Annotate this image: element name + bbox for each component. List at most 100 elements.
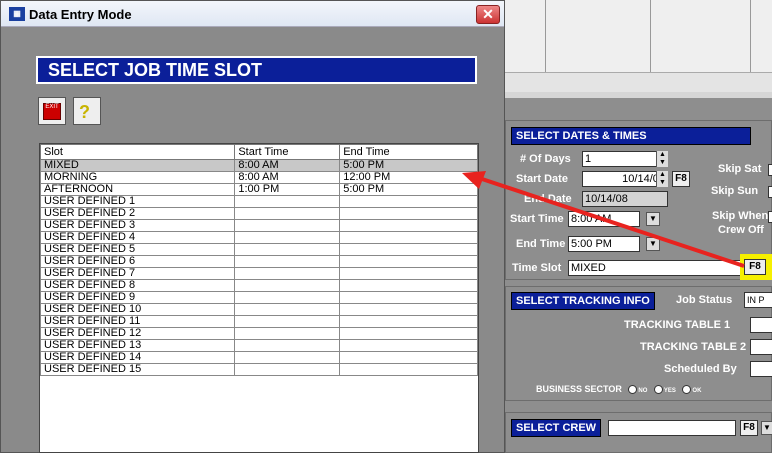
cell-start-time[interactable] [234,291,341,304]
crew-dropdown-icon[interactable]: ▼ [761,421,772,435]
cell-slot[interactable]: USER DEFINED 2 [39,207,236,220]
cell-slot[interactable]: USER DEFINED 8 [39,279,236,292]
cell-slot[interactable]: USER DEFINED 11 [39,315,236,328]
crew-f8-button[interactable]: F8 [740,420,758,436]
cell-slot[interactable]: USER DEFINED 13 [39,339,236,352]
cell-end-time[interactable] [339,351,478,364]
cell-end-time[interactable] [339,279,478,292]
skip-sat-checkbox[interactable] [768,164,772,176]
cell-slot[interactable]: USER DEFINED 5 [39,243,236,256]
tracking-table-1-field[interactable] [750,317,772,333]
table-row[interactable]: USER DEFINED 15 [39,363,478,376]
cell-start-time[interactable] [234,243,341,256]
cell-slot[interactable]: USER DEFINED 1 [39,195,236,208]
table-row[interactable]: USER DEFINED 3 [39,219,478,232]
start-time-dropdown-icon[interactable]: ▼ [646,212,660,226]
column-header-end-time[interactable]: End Time [339,144,478,160]
cell-end-time[interactable] [339,363,478,376]
time-slot-f8-button[interactable]: F8 [744,259,766,275]
time-slot-field[interactable]: MIXED [568,260,743,276]
table-row[interactable]: USER DEFINED 4 [39,231,478,244]
cell-start-time[interactable]: 1:00 PM [234,183,341,196]
cell-end-time[interactable] [339,291,478,304]
cell-slot[interactable]: USER DEFINED 12 [39,327,236,340]
table-row[interactable]: USER DEFINED 10 [39,303,478,316]
time-slot-grid[interactable]: Slot Start Time End Time MIXED 8:00 AM 5:0… [39,143,479,453]
table-row[interactable]: USER DEFINED 8 [39,279,478,292]
cell-slot[interactable]: MORNING [39,171,236,184]
table-row[interactable]: USER DEFINED 14 [39,351,478,364]
cell-end-time[interactable] [339,195,478,208]
cell-end-time[interactable] [339,267,478,280]
cell-start-time[interactable] [234,279,341,292]
cell-end-time[interactable] [339,207,478,220]
radio-yes[interactable] [653,385,663,395]
cell-end-time[interactable]: 5:00 PM [339,159,478,172]
cell-end-time[interactable] [339,231,478,244]
cell-start-time[interactable] [234,315,341,328]
cell-start-time[interactable]: 8:00 AM [234,159,341,172]
table-row[interactable]: AFTERNOON 1:00 PM 5:00 PM [39,183,478,196]
help-button[interactable]: ? [73,97,101,125]
tracking-table-2-field[interactable] [750,339,772,355]
cell-end-time[interactable] [339,315,478,328]
table-row[interactable]: USER DEFINED 11 [39,315,478,328]
cell-start-time[interactable] [234,219,341,232]
cell-start-time[interactable] [234,351,341,364]
cell-slot[interactable]: USER DEFINED 7 [39,267,236,280]
cell-slot[interactable]: USER DEFINED 4 [39,231,236,244]
table-row[interactable]: USER DEFINED 12 [39,327,478,340]
table-row[interactable]: USER DEFINED 9 [39,291,478,304]
cell-slot[interactable]: USER DEFINED 9 [39,291,236,304]
table-row[interactable]: USER DEFINED 2 [39,207,478,220]
table-row[interactable]: USER DEFINED 7 [39,267,478,280]
start-date-f8-button[interactable]: F8 [672,171,690,187]
cell-start-time[interactable] [234,267,341,280]
cell-end-time[interactable] [339,219,478,232]
end-time-select[interactable]: 5:00 PM [568,236,640,252]
table-row[interactable]: USER DEFINED 1 [39,195,478,208]
cell-slot[interactable]: USER DEFINED 14 [39,351,236,364]
table-row[interactable]: USER DEFINED 13 [39,339,478,352]
table-row[interactable]: USER DEFINED 6 [39,255,478,268]
table-row[interactable]: MORNING 8:00 AM 12:00 PM [39,171,478,184]
cell-slot[interactable]: USER DEFINED 6 [39,255,236,268]
skip-when-crew-off-checkbox[interactable] [768,211,772,223]
close-button[interactable]: ✕ [476,5,500,24]
radio-ok[interactable] [682,385,692,395]
cell-end-time[interactable] [339,327,478,340]
cell-slot[interactable]: MIXED [39,159,236,172]
cell-end-time[interactable]: 5:00 PM [339,183,478,196]
cell-start-time[interactable] [234,195,341,208]
cell-start-time[interactable] [234,303,341,316]
cell-end-time[interactable]: 12:00 PM [339,171,478,184]
exit-button[interactable]: EXIT [38,97,66,125]
table-row[interactable]: MIXED 8:00 AM 5:00 PM [39,159,478,172]
cell-slot[interactable]: USER DEFINED 3 [39,219,236,232]
radio-no[interactable] [628,385,638,395]
cell-slot[interactable]: USER DEFINED 15 [39,363,236,376]
start-time-select[interactable]: 8:00 AM [568,211,640,227]
end-time-dropdown-icon[interactable]: ▼ [646,237,660,251]
cell-start-time[interactable] [234,363,341,376]
scheduled-by-field[interactable] [750,361,772,377]
column-header-slot[interactable]: Slot [39,144,236,160]
num-days-spinner[interactable]: ▲ ▼ [656,151,668,167]
cell-slot[interactable]: AFTERNOON [39,183,236,196]
cell-end-time[interactable] [339,255,478,268]
cell-start-time[interactable] [234,207,341,220]
cell-slot[interactable]: USER DEFINED 10 [39,303,236,316]
crew-field[interactable] [608,420,736,436]
cell-start-time[interactable]: 8:00 AM [234,171,341,184]
cell-end-time[interactable] [339,243,478,256]
cell-start-time[interactable] [234,327,341,340]
start-date-spinner[interactable]: ▲ ▼ [656,171,668,187]
cell-start-time[interactable] [234,231,341,244]
job-status-field[interactable]: IN P [744,292,772,308]
column-header-start-time[interactable]: Start Time [234,144,341,160]
cell-end-time[interactable] [339,303,478,316]
table-row[interactable]: USER DEFINED 5 [39,243,478,256]
skip-sun-checkbox[interactable] [768,186,772,198]
cell-start-time[interactable] [234,255,341,268]
cell-start-time[interactable] [234,339,341,352]
